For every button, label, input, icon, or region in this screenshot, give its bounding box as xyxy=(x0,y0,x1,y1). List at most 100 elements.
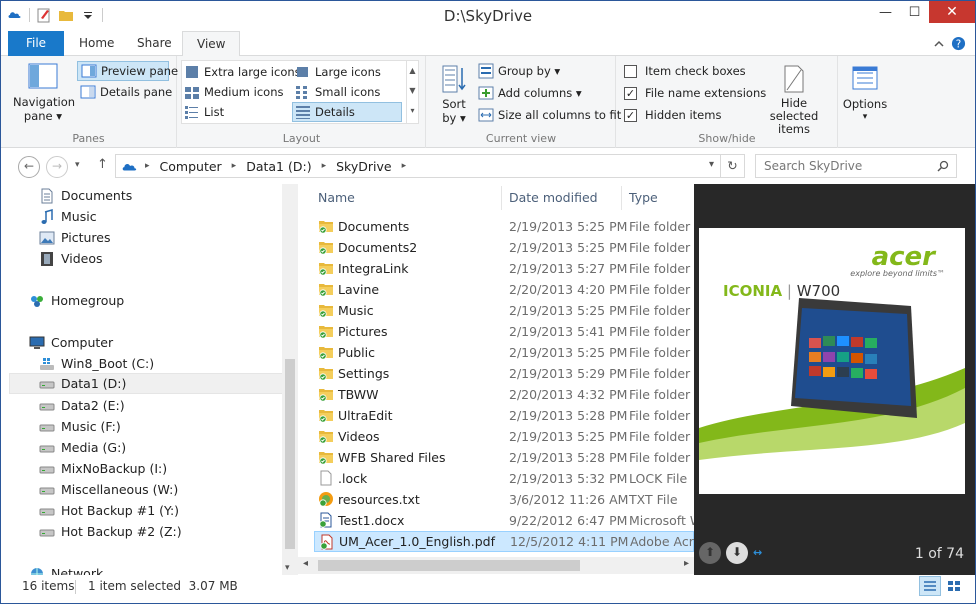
window-title: D:\SkyDrive xyxy=(443,7,533,25)
scroll-right-icon[interactable]: ▸ xyxy=(684,558,689,569)
nav-item-videos[interactable]: Videos xyxy=(39,248,103,269)
file-row[interactable]: .lock 2/19/2013 5:32 PM LOCK File xyxy=(314,468,694,489)
file-row[interactable]: Lavine 2/20/2013 4:20 PM File folder xyxy=(314,279,694,300)
breadcrumb-skydrive[interactable]: SkyDrive xyxy=(336,159,391,174)
nav-item-pictures[interactable]: Pictures xyxy=(39,227,111,248)
scroll-left-icon[interactable]: ◂ xyxy=(303,558,308,569)
breadcrumb-separator-icon[interactable]: ▸ xyxy=(145,161,150,171)
medium-icons-option[interactable]: Medium icons xyxy=(184,84,283,100)
breadcrumb-separator-icon[interactable]: ▸ xyxy=(232,161,237,171)
sort-by-button[interactable]: Sort by ▾ xyxy=(437,64,471,125)
close-button[interactable]: ✕ xyxy=(929,1,975,23)
file-row[interactable]: Public 2/19/2013 5:25 PM File folder xyxy=(314,342,694,363)
file-row[interactable]: Test1.docx 9/22/2012 6:47 PMMicrosoft W xyxy=(314,510,694,531)
file-row[interactable]: resources.txt 3/6/2012 11:26 AM TXT File xyxy=(314,489,694,510)
fit-width-icon[interactable]: ↔ xyxy=(753,546,769,560)
address-bar[interactable]: ▸ Computer ▸ Data1 (D:) ▸ SkyDrive ▸ ▾ ↻ xyxy=(115,154,745,178)
refresh-button[interactable]: ↻ xyxy=(720,155,744,177)
tab-view[interactable]: View xyxy=(182,31,241,57)
back-button[interactable]: ← xyxy=(18,156,40,178)
navigation-pane-button[interactable]: Navigation pane ▾ xyxy=(13,60,75,126)
address-history-dropdown[interactable]: ▾ xyxy=(709,159,714,170)
file-row[interactable]: Documents 2/19/2013 5:25 PM File folder xyxy=(314,216,694,237)
file-row[interactable]: WFB Shared Files 2/19/2013 5:28 PM File fo… xyxy=(314,447,694,468)
item-check-boxes-box[interactable] xyxy=(624,64,637,78)
hidden-items-box[interactable]: ✓ xyxy=(624,108,637,122)
details-view-button[interactable] xyxy=(919,576,941,596)
help-icon[interactable]: ? xyxy=(951,36,966,51)
layout-gallery-scroll[interactable]: ▲ ▼ ▾ xyxy=(406,61,418,123)
breadcrumb-separator-icon[interactable]: ▸ xyxy=(402,161,407,171)
breadcrumb-separator-icon[interactable]: ▸ xyxy=(322,161,327,171)
file-name-extensions-box[interactable]: ✓ xyxy=(624,86,637,100)
item-check-boxes-checkbox[interactable]: Item check boxes xyxy=(624,64,746,78)
nav-item-drive-g[interactable]: Media (G:) xyxy=(39,437,126,458)
nav-item-drive-y[interactable]: Hot Backup #1 (Y:) xyxy=(39,500,179,521)
search-input[interactable]: Search SkyDrive xyxy=(755,154,957,178)
hide-selected-items-button[interactable]: Hide selected items xyxy=(757,64,831,136)
list-option[interactable]: List xyxy=(184,104,224,120)
up-button[interactable]: ↑ xyxy=(97,157,108,172)
previous-page-button[interactable]: ⬆ xyxy=(699,542,721,564)
size-all-columns-button[interactable]: Size all columns to fit xyxy=(478,107,621,123)
breadcrumb-computer[interactable]: Computer xyxy=(160,159,222,174)
file-row[interactable]: UM_Acer_1.0_English.pdf 12/5/2012 4:11 PM… xyxy=(314,531,694,552)
large-icons-option[interactable]: Large icons xyxy=(295,64,381,80)
nav-item-drive-e[interactable]: Data2 (E:) xyxy=(39,395,125,416)
small-icons-option[interactable]: Small icons xyxy=(295,84,380,100)
column-header-name[interactable]: Name xyxy=(318,184,355,212)
recent-locations-button[interactable]: ▾ xyxy=(75,160,80,170)
drive-icon xyxy=(39,424,55,431)
nav-item-drive-z[interactable]: Hot Backup #2 (Z:) xyxy=(39,521,182,542)
details-pane-button[interactable]: Details pane xyxy=(80,84,172,100)
pdf-preview-page[interactable]: acer explore beyond limits™ ICONIA | W70… xyxy=(699,228,965,494)
nav-item-computer[interactable]: Computer xyxy=(29,332,113,353)
chevron-down-icon[interactable]: ▾ xyxy=(285,563,290,573)
file-row[interactable]: UltraEdit 2/19/2013 5:28 PM File folder xyxy=(314,405,694,426)
nav-item-label: Win8_Boot (C:) xyxy=(61,356,155,371)
nav-item-documents[interactable]: Documents xyxy=(39,185,132,206)
nav-item-drive-i[interactable]: MixNoBackup (I:) xyxy=(39,458,167,479)
navigation-pane-scrollbar[interactable]: ▾ xyxy=(282,184,298,575)
file-date-modified: 2/19/2013 5:41 PM xyxy=(509,324,628,339)
scrollbar-thumb[interactable] xyxy=(285,359,295,549)
scrollbar-thumb[interactable] xyxy=(318,560,580,571)
minimize-button[interactable]: — xyxy=(871,1,900,23)
add-columns-button[interactable]: Add columns ▾ xyxy=(478,85,582,101)
file-list-horizontal-scrollbar[interactable]: ◂ ▸ xyxy=(298,557,694,574)
extra-large-icons-option[interactable]: Extra large icons xyxy=(184,64,301,80)
nav-item-drive-f[interactable]: Music (F:) xyxy=(39,416,121,437)
search-icon[interactable] xyxy=(937,160,949,172)
large-icons-view-button[interactable] xyxy=(943,576,965,596)
file-row[interactable]: Videos 2/19/2013 5:25 PM File folder xyxy=(314,426,694,447)
nav-item-drive-c[interactable]: Win8_Boot (C:) xyxy=(39,353,154,374)
column-divider[interactable] xyxy=(621,186,622,210)
tab-share[interactable]: Share xyxy=(123,31,186,56)
maximize-button[interactable]: ☐ xyxy=(900,1,929,23)
options-button[interactable]: Options ▾ xyxy=(839,64,891,123)
file-row[interactable]: TBWW 2/20/2013 4:32 PM File folder xyxy=(314,384,694,405)
preview-pane-button[interactable]: Preview pane xyxy=(77,61,178,81)
column-header-type[interactable]: Type xyxy=(629,184,658,212)
group-by-button[interactable]: Group by ▾ xyxy=(478,63,560,79)
tab-home[interactable]: Home xyxy=(65,31,128,56)
forward-button[interactable]: → xyxy=(46,156,68,178)
chevron-up-icon[interactable] xyxy=(933,38,945,50)
nav-item-drive-w[interactable]: Miscellaneous (W:) xyxy=(39,479,178,500)
hidden-items-checkbox[interactable]: ✓ Hidden items xyxy=(624,108,721,122)
details-option[interactable]: Details xyxy=(292,102,402,122)
file-row[interactable]: Pictures 2/19/2013 5:41 PM File folder xyxy=(314,321,694,342)
file-row[interactable]: Music 2/19/2013 5:25 PM File folder xyxy=(314,300,694,321)
breadcrumb-data1[interactable]: Data1 (D:) xyxy=(246,159,311,174)
file-name-extensions-checkbox[interactable]: ✓ File name extensions xyxy=(624,86,766,100)
column-header-date[interactable]: Date modified xyxy=(509,184,598,212)
file-row[interactable]: IntegraLink 2/19/2013 5:27 PM File folder xyxy=(314,258,694,279)
nav-item-homegroup[interactable]: Homegroup xyxy=(29,290,124,311)
file-row[interactable]: Settings 2/19/2013 5:29 PM File folder xyxy=(314,363,694,384)
file-row[interactable]: Documents2 2/19/2013 5:25 PM File folder xyxy=(314,237,694,258)
tab-file[interactable]: File xyxy=(8,31,64,56)
column-divider[interactable] xyxy=(501,186,502,210)
nav-item-music[interactable]: Music xyxy=(39,206,97,227)
nav-item-drive-d[interactable]: Data1 (D:) xyxy=(9,373,291,394)
next-page-button[interactable]: ⬇ xyxy=(726,542,748,564)
